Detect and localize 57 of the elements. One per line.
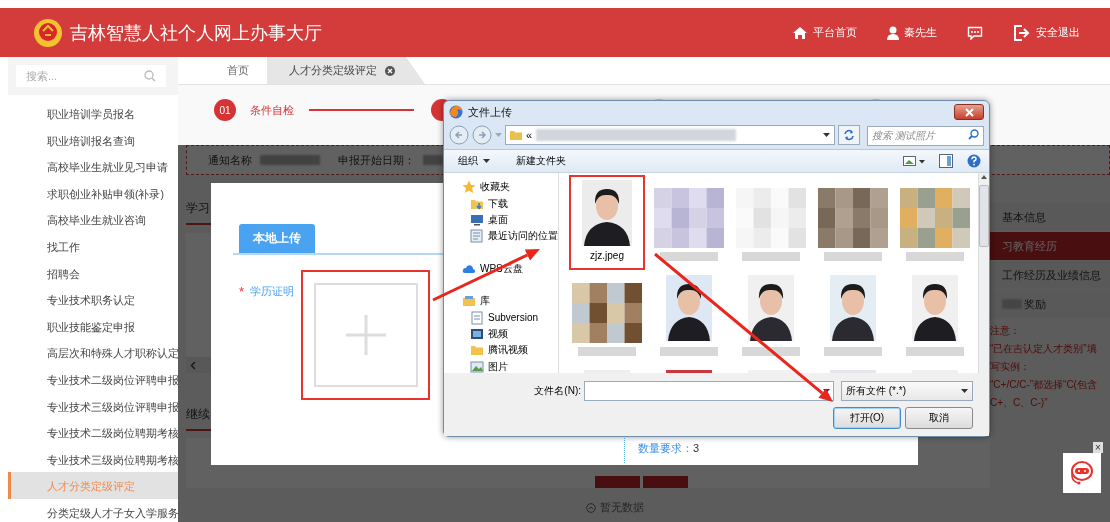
- dialog-button[interactable]: 打开(O): [833, 407, 901, 429]
- nav-item[interactable]: 下载: [444, 195, 508, 212]
- nav-link[interactable]: 安全退出: [1013, 24, 1080, 41]
- nav-item[interactable]: 最近访问的位置: [444, 228, 558, 245]
- nav-item[interactable]: 库: [444, 292, 490, 310]
- menu-item[interactable]: 专业技术二级岗位评聘申报: [8, 365, 178, 393]
- note-text: “C+/C/C-”都选择“C(包含: [990, 378, 1098, 392]
- field-label: 文件名(N):: [534, 384, 581, 398]
- menu-item[interactable]: 招聘会: [8, 259, 178, 287]
- dialog-button[interactable]: 取消: [905, 407, 973, 429]
- menu-item[interactable]: 求职创业补贴申领(补录): [8, 179, 178, 207]
- nav-item[interactable]: 收藏夹: [444, 179, 510, 196]
- required-mark: *: [239, 284, 245, 301]
- quantity-value: 3: [693, 442, 700, 455]
- note-text: C+、C、C-)”: [990, 396, 1049, 410]
- nav-item[interactable]: 图片: [444, 358, 508, 373]
- toolbar-button[interactable]: 组织: [458, 154, 490, 168]
- menu-item[interactable]: 专业技术三级岗位评聘申报: [8, 392, 178, 420]
- menu-item[interactable]: 职业培训学员报名: [8, 100, 178, 127]
- menu-item[interactable]: 高校毕业生就业见习申请: [8, 153, 178, 180]
- search-field[interactable]: 搜索...: [16, 65, 166, 87]
- step-circle: 01: [214, 99, 236, 121]
- nav-item[interactable]: 腾讯视频: [444, 342, 528, 359]
- field-label: 通知名称: [208, 152, 252, 168]
- nav-item[interactable]: 桌面: [444, 211, 508, 229]
- file-item[interactable]: zjz.jpeg: [569, 175, 645, 270]
- nav-link[interactable]: 秦先生: [887, 25, 937, 40]
- file-name: zjz.jpeg: [590, 250, 624, 261]
- menu-item[interactable]: 职业技能鉴定申报: [8, 312, 178, 340]
- site-title: 吉林智慧人社个人网上办事大厅: [70, 21, 322, 45]
- menu-item[interactable]: 分类定级人才子女入学服务: [8, 498, 178, 522]
- menu-item[interactable]: 专业技术三级岗位聘期考核: [8, 445, 178, 473]
- menu-item[interactable]: 高层次和特殊人才职称认定: [8, 339, 178, 366]
- toolbar-button[interactable]: 新建文件夹: [516, 154, 566, 168]
- note-text: “已在吉认定人才类别”填: [990, 342, 1098, 356]
- menu-item[interactable]: 专业技术二级岗位聘期考核: [8, 419, 178, 446]
- menu-item[interactable]: 职业培训报名查询: [8, 126, 178, 154]
- menu-item[interactable]: 高校毕业生就业咨询: [8, 206, 178, 233]
- step-label: 条件自检: [250, 102, 294, 118]
- nav-item[interactable]: Subversion: [444, 309, 539, 326]
- address-field[interactable]: «: [505, 125, 835, 145]
- nav-link[interactable]: 平台首页: [792, 25, 857, 40]
- page-tab[interactable]: 人才分类定级评定: [267, 57, 425, 84]
- page-tab[interactable]: 首页: [205, 57, 267, 84]
- search-field[interactable]: 搜索 测试照片: [867, 125, 984, 146]
- field-label: 申报开始日期：: [338, 152, 415, 168]
- close-button[interactable]: ×: [1093, 442, 1103, 453]
- menu-item[interactable]: 专业技术职务认定: [8, 286, 178, 313]
- nav-item[interactable]: 视频: [444, 325, 508, 343]
- menu-item[interactable]: 找工作: [8, 232, 178, 260]
- dialog-title: 文件上传: [468, 104, 512, 120]
- path-prefix: «: [526, 129, 533, 141]
- note-text: 注意：: [990, 324, 1021, 338]
- file-type-select[interactable]: 所有文件 (*.*): [841, 381, 973, 401]
- field-label: 学历证明: [250, 284, 295, 299]
- quantity-label: 数量要求：: [638, 442, 693, 455]
- note-text: 写实例：: [990, 360, 1031, 374]
